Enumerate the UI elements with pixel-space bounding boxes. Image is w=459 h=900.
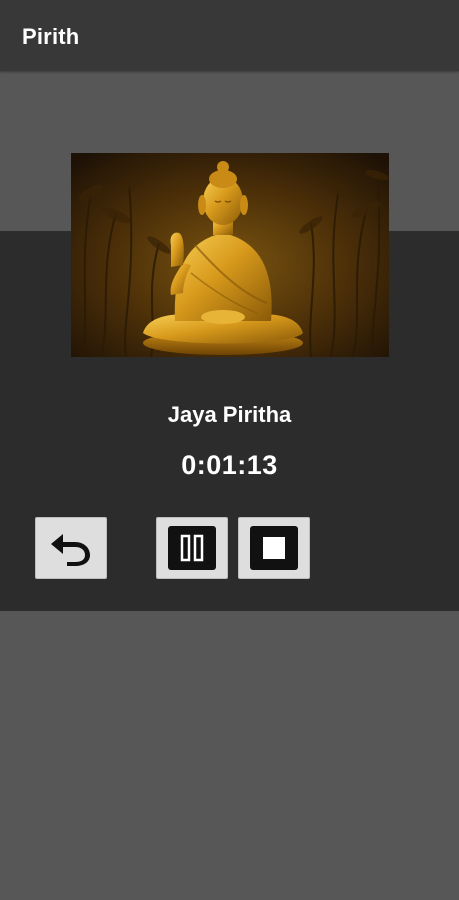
stop-button[interactable] (238, 517, 310, 579)
back-button[interactable] (35, 517, 107, 579)
stop-icon (250, 526, 298, 570)
app-title: Pirith (22, 24, 80, 49)
undo-arrow-icon (51, 534, 90, 566)
pause-button[interactable] (156, 517, 228, 579)
track-title: Jaya Piritha (167, 402, 292, 427)
pause-icon (168, 526, 216, 570)
buddha-cover-image (71, 153, 389, 357)
app-bar: Pirith (0, 0, 459, 71)
elapsed-time: 0:01:13 (181, 450, 278, 480)
